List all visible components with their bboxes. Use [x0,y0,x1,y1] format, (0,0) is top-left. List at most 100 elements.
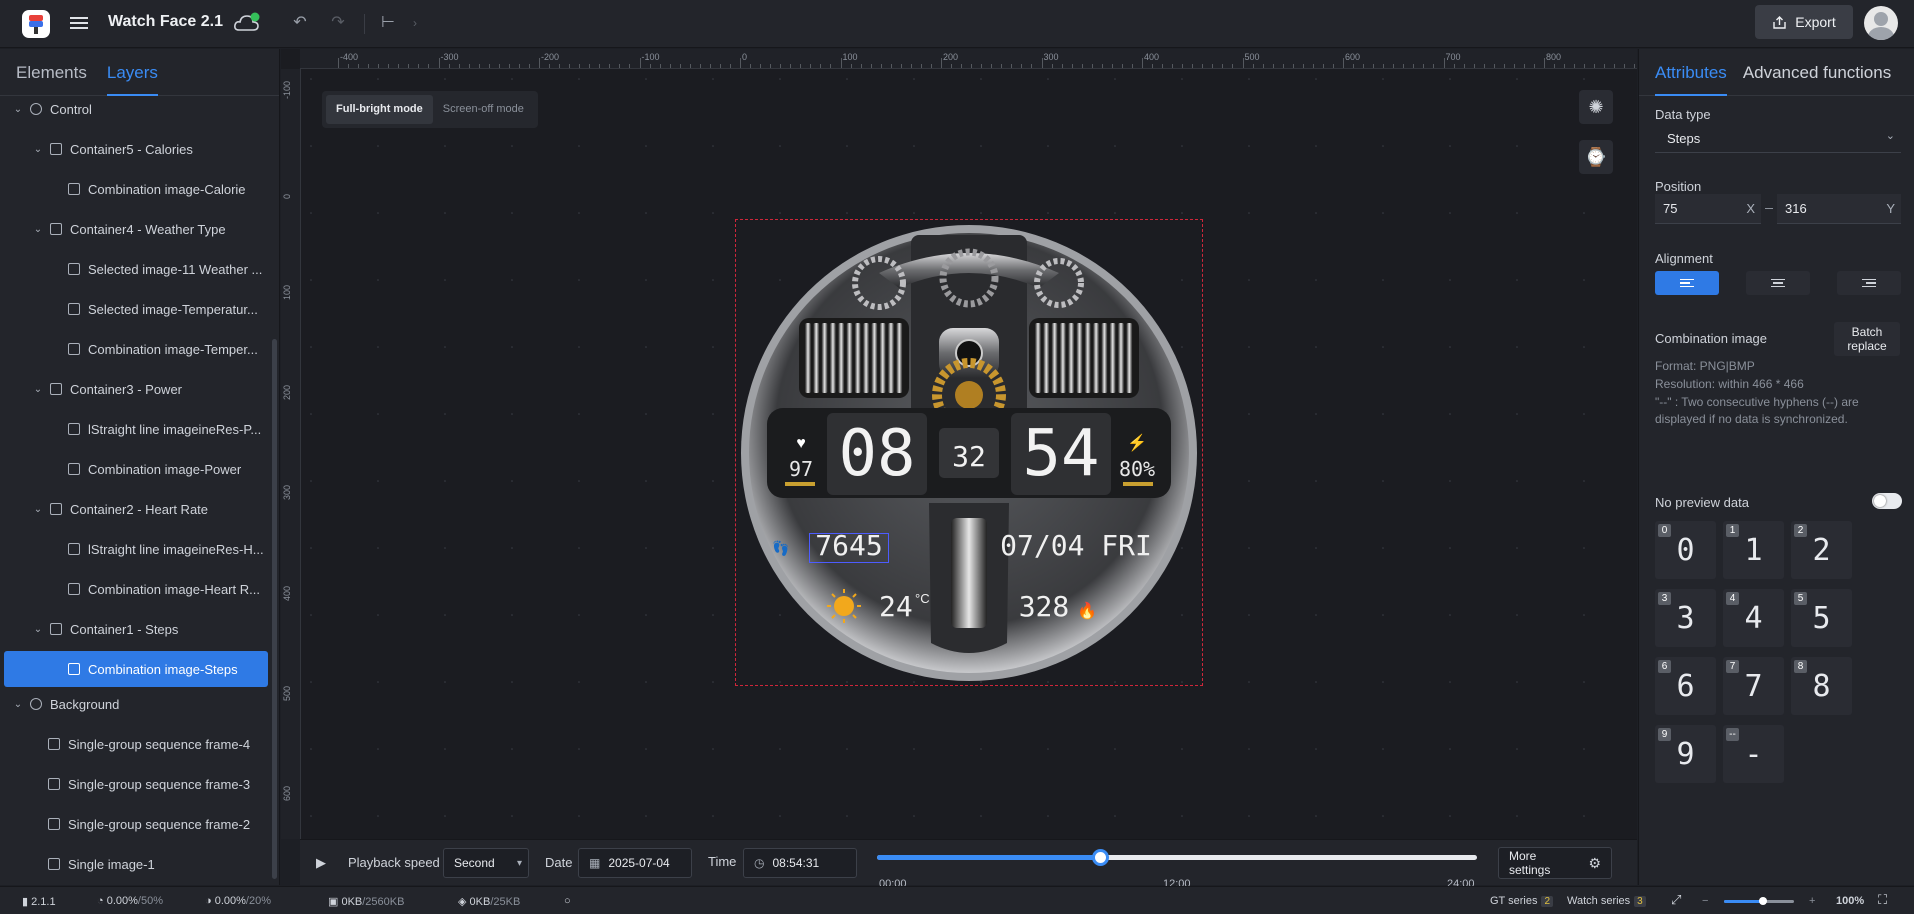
layer-item[interactable]: Selected image-Temperatur... [4,291,268,327]
layer-item[interactable]: Single-group sequence frame-4 [4,726,268,762]
align-right-button[interactable] [1837,271,1901,295]
fin [1084,323,1091,393]
chevron-down-icon[interactable]: ⌄ [32,384,44,395]
cpu1-value: 0.00% [106,895,138,907]
layer-item[interactable]: ⌄ Control [4,91,268,127]
play-icon[interactable]: ▶ [310,852,332,874]
menu-icon[interactable] [70,14,88,34]
digit-image-tile[interactable]: 77 [1723,657,1784,715]
digit-image-tile[interactable]: 88 [1791,657,1852,715]
tab-attributes[interactable]: Attributes [1655,49,1727,96]
digit-image-tile[interactable]: 00 [1655,521,1716,579]
align-center-button[interactable] [1746,271,1810,295]
watch-face-preview[interactable]: ♥ 97 08 32 54 ⚡ 80% 👣 7645 07/04 FRI 24 … [739,223,1199,683]
fullscreen-icon[interactable]: ⛶ [1878,892,1887,908]
fit-screen-icon[interactable]: ⤢ [1671,892,1681,908]
digit-image-tile[interactable]: 99 [1655,725,1716,783]
ruler-tick [1292,64,1294,68]
selected-element-outline[interactable] [809,533,889,563]
layer-item[interactable]: ⌄ Container5 - Calories [4,131,268,167]
digit-image-tile[interactable]: 55 [1791,589,1852,647]
layer-item[interactable]: Combination image-Steps [4,651,268,687]
layer-item[interactable]: ⌄ Container2 - Heart Rate [4,491,268,527]
full-bright-mode-button[interactable]: Full-bright mode [326,95,433,124]
layer-item[interactable]: Single image-1 [4,846,268,882]
refresh-icon[interactable]: ○ [564,895,571,907]
data-type-select[interactable]: Steps ⌄ [1655,123,1901,153]
layer-item[interactable]: Combination image-Heart R... [4,571,268,607]
watch-preview-icon[interactable]: ⌚ [1579,140,1613,174]
temperature-unit: °C [915,591,930,606]
batch-replace-button[interactable]: Batch replace [1834,322,1900,356]
digit-image-tile[interactable]: 33 [1655,589,1716,647]
chevron-down-icon[interactable]: ⌄ [12,699,24,710]
playback-speed-select[interactable]: Second ▾ [443,848,529,878]
align-left-tool-icon[interactable]: ⊢ [377,12,399,34]
time-input[interactable]: ◷ 08:54:31 [743,848,857,878]
time-slider-thumb[interactable] [1091,849,1109,866]
date-input[interactable]: ▦ 2025-07-04 [578,848,692,878]
chevron-down-icon[interactable]: ⌄ [32,144,44,155]
cpu-usage-1: ◔ 0.00%/50% [97,895,163,907]
cloud-sync-icon[interactable] [233,11,261,35]
redo-icon[interactable]: ↷ [327,12,349,34]
layer-item[interactable]: Combination image-Calorie [4,171,268,207]
tab-elements[interactable]: Elements [16,49,87,96]
layer-item[interactable]: ⌄ Container4 - Weather Type [4,211,268,247]
app-logo-icon [22,10,50,38]
align-left-button[interactable] [1655,271,1719,295]
zoom-in-icon[interactable]: + [1809,895,1815,907]
gt-series-indicator[interactable]: GT series 2 [1490,895,1554,907]
piston-eye [955,339,983,367]
tab-layers[interactable]: Layers [106,49,158,96]
version-indicator: ▮ 2.1.1 [22,896,56,908]
layer-item[interactable]: lStraight line imageineRes-P... [4,411,268,447]
digit-image-tile[interactable]: 66 [1655,657,1716,715]
layer-item[interactable]: ⌄ Background [4,686,268,722]
chevron-down-icon[interactable]: ⌄ [32,504,44,515]
more-settings-button[interactable]: More settings ⚙ [1498,847,1612,879]
ruler-tick [679,64,681,68]
top-bar: Watch Face 2.1 ↶ ↷ ⊢ › Export [0,0,1914,48]
screen-off-mode-button[interactable]: Screen-off mode [433,95,534,124]
chevron-down-icon[interactable]: ⌄ [32,624,44,635]
layer-item[interactable]: Single-group sequence frame-2 [4,806,268,842]
chevron-right-icon[interactable]: › [404,12,426,34]
ruler-tick [1222,64,1224,68]
gear-view-icon[interactable]: ✺ [1579,90,1613,124]
time-slider[interactable]: 00:00 12:00 24:00 [877,849,1477,890]
layer-item[interactable]: Selected image-11 Weather ... [4,251,268,287]
position-label: Position [1655,179,1702,194]
frame-icon [48,778,60,790]
layer-item[interactable]: Combination image-Temper... [4,331,268,367]
position-x-input[interactable]: 75 X [1655,194,1761,224]
chevron-down-icon[interactable]: ⌄ [12,104,24,115]
export-button[interactable]: Export [1755,5,1853,39]
layer-item[interactable]: ⌄ Container1 - Steps [4,611,268,647]
layers-panel: Elements Layers ⌄ Control ⌄ Container5 - Ca… [0,49,280,885]
chevron-down-icon: ⌄ [1885,130,1895,142]
watch-series-indicator[interactable]: Watch series 3 [1567,895,1646,907]
zoom-slider[interactable] [1724,897,1794,905]
frame-icon [48,738,60,750]
digit-image-tile[interactable]: -- - [1723,725,1784,783]
chevron-down-icon[interactable]: ⌄ [32,224,44,235]
tab-advanced-functions[interactable]: Advanced functions [1743,49,1891,96]
digit-image-tile[interactable]: 11 [1723,521,1784,579]
layer-item[interactable]: Single-group sequence frame-3 [4,766,268,802]
layer-item[interactable]: Combination image-Power [4,451,268,487]
digit-image-tile[interactable]: 44 [1723,589,1784,647]
zoom-out-icon[interactable]: − [1702,895,1708,907]
digit-image-tile[interactable]: 22 [1791,521,1852,579]
layers-scrollbar[interactable] [272,339,277,879]
ruler-tick [1393,64,1395,68]
layer-item[interactable]: lStraight line imageineRes-H... [4,531,268,567]
mem2-value: 0KB [469,896,491,908]
position-y-input[interactable]: 316 Y [1777,194,1901,224]
layer-item[interactable]: ⌄ Container3 - Power [4,371,268,407]
zoom-slider-thumb[interactable] [1759,897,1767,905]
avatar[interactable] [1864,6,1898,40]
no-preview-toggle[interactable] [1872,493,1902,509]
undo-icon[interactable]: ↶ [289,12,311,34]
playback-speed-label: Playback speed [348,855,440,870]
